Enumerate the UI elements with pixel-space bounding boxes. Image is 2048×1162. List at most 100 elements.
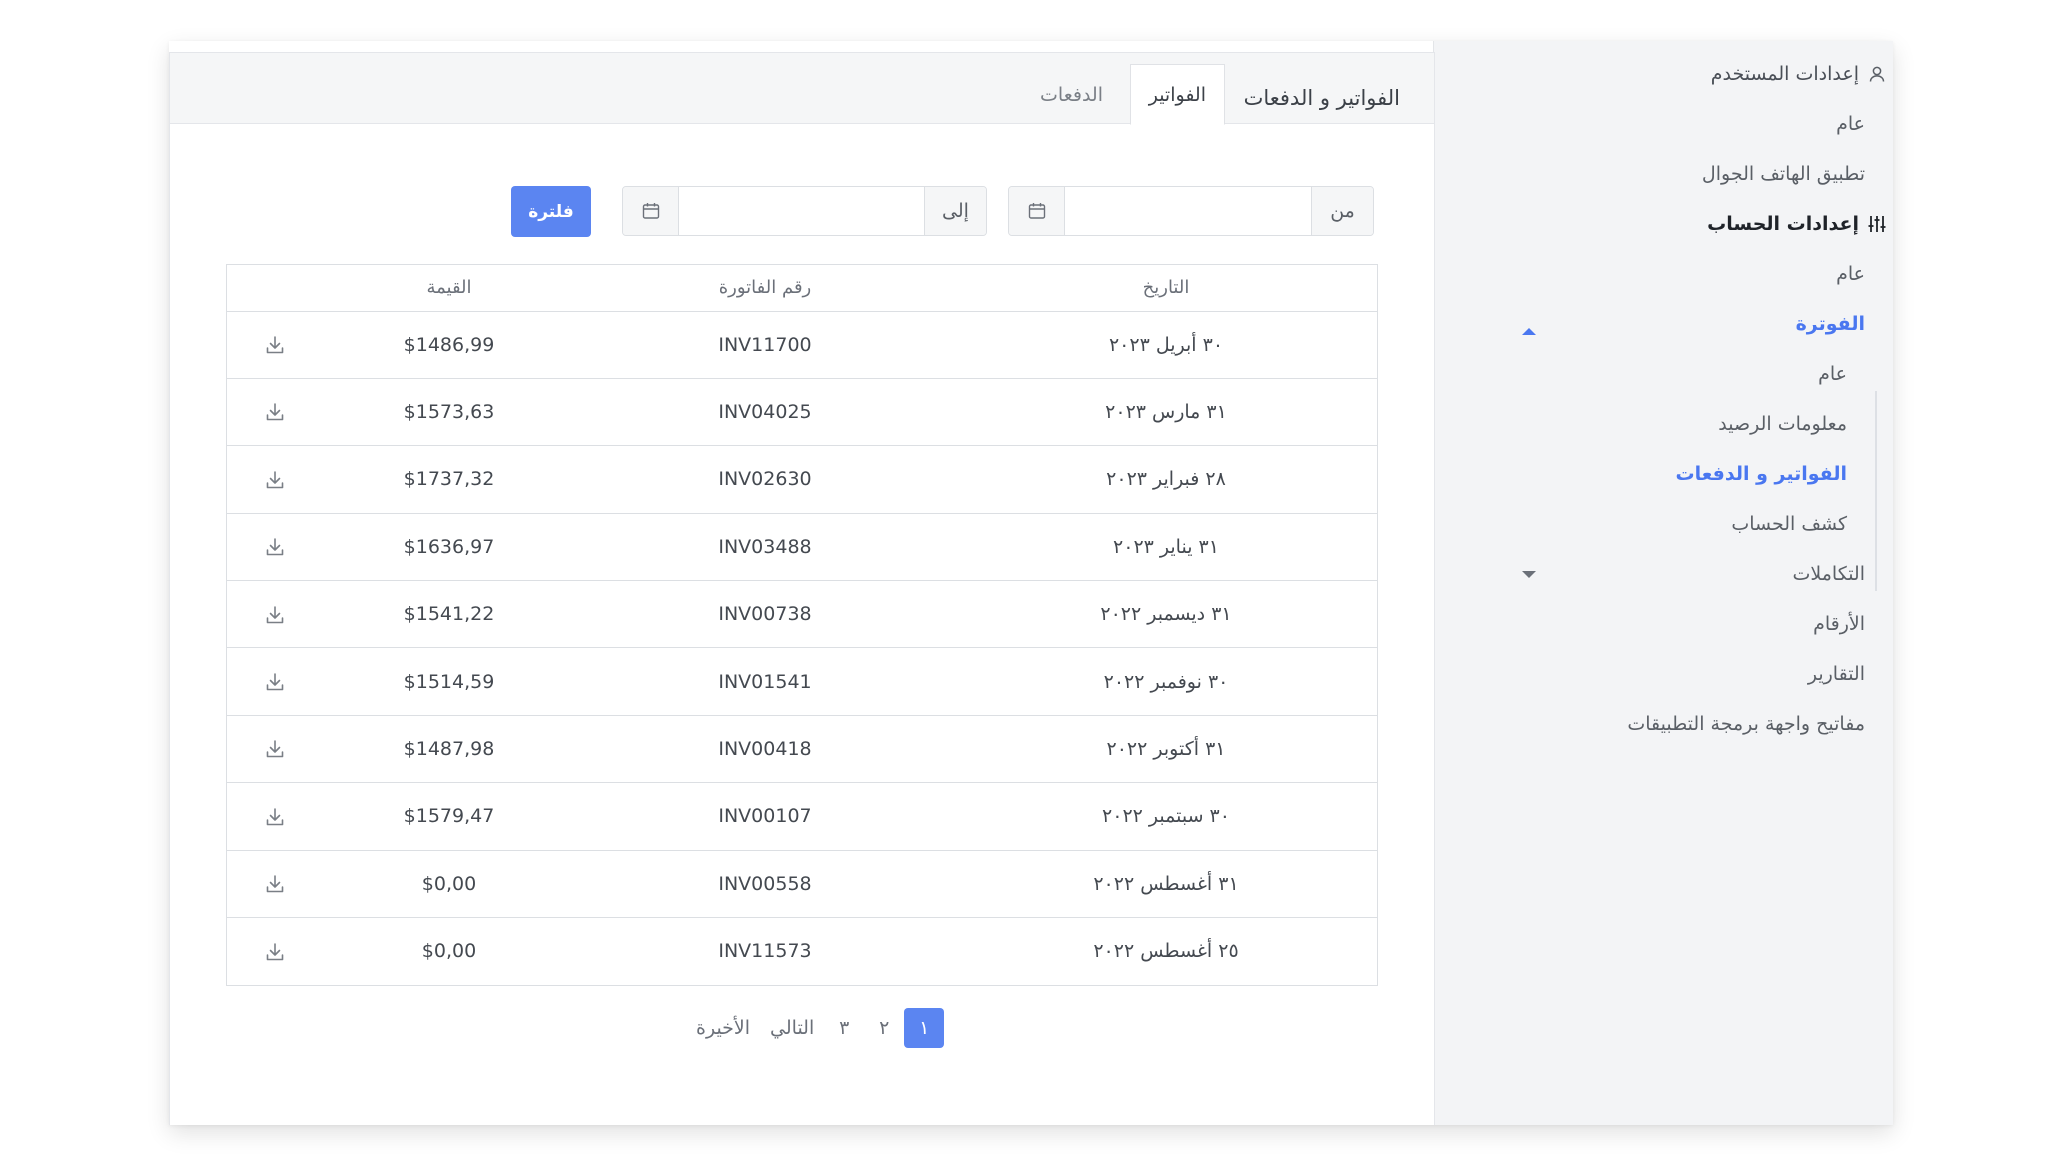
sidebar-item-reports[interactable]: التقارير: [1808, 663, 1865, 685]
sidebar-item-integrations[interactable]: التكاملات: [1793, 563, 1865, 585]
submenu-divider: [1875, 391, 1877, 591]
main-panel: الفواتير و الدفعات الفواتير الدفعات من إ…: [169, 52, 1435, 1125]
download-icon[interactable]: [264, 806, 286, 828]
table-row: $1514,59 INV01541 ٣٠ نوفمبر ٢٠٢٢: [227, 647, 1377, 716]
invoice-number-cell: INV00107: [575, 782, 955, 851]
amount-cell: $0,00: [323, 849, 575, 918]
download-cell: [227, 782, 323, 851]
download-cell: [227, 580, 323, 648]
amount-cell: $1737,32: [323, 445, 575, 514]
sidebar-item-user-general[interactable]: عام: [1836, 113, 1865, 135]
invoices-table: القيمة رقم الفاتورة التاريخ $1486,99 INV1…: [226, 264, 1378, 986]
page-2[interactable]: ٢: [864, 1008, 904, 1048]
amount-cell: $1486,99: [403, 333, 495, 356]
next-page-link[interactable]: التالي: [760, 1008, 824, 1048]
sidebar-item-invoices-payments[interactable]: الفواتير و الدفعات: [1675, 463, 1847, 485]
download-cell: [227, 714, 323, 783]
table-header-row: القيمة رقم الفاتورة التاريخ: [227, 265, 1377, 312]
download-icon[interactable]: [264, 334, 286, 356]
amount-cell: $1579,47: [323, 782, 575, 851]
sidebar-item-numbers[interactable]: الأرقام: [1813, 613, 1865, 635]
table-row: $0,00 INV00558 ٣١ أغسطس ٢٠٢٢: [227, 849, 1377, 918]
table-row: $1541,22 INV00738 ٣١ ديسمبر ٢٠٢٢: [227, 580, 1377, 648]
date-cell: ٣٠ سبتمبر ٢٠٢٢: [955, 782, 1377, 851]
tab-bar: الفواتير و الدفعات الفواتير الدفعات: [170, 53, 1434, 125]
to-date-input[interactable]: [679, 187, 924, 235]
download-icon[interactable]: [264, 738, 286, 760]
header-invoice-number: رقم الفاتورة: [575, 265, 955, 312]
sidebar-item-account-statement[interactable]: كشف الحساب: [1731, 513, 1847, 535]
sidebar-user-settings[interactable]: إعدادات المستخدم: [1711, 63, 1887, 85]
download-cell: [227, 445, 323, 514]
sidebar-item-mobile-app[interactable]: تطبيق الهاتف الجوال: [1702, 163, 1865, 185]
caret-down-icon[interactable]: [1522, 571, 1536, 578]
table-row: $1636,97 INV03488 ٣١ يناير ٢٠٢٣: [227, 512, 1377, 581]
from-date-input[interactable]: [1065, 187, 1311, 235]
invoice-number-cell: INV03488: [575, 512, 955, 581]
header-download: [227, 265, 323, 312]
sidebar-account-settings[interactable]: إعدادات الحساب: [1707, 213, 1887, 235]
download-cell: [227, 917, 323, 985]
from-calendar-button[interactable]: [1009, 187, 1065, 235]
download-icon[interactable]: [264, 671, 286, 693]
table-row: $1486,99 INV11700 ٣٠ أبريل ٢٠٢٣: [227, 311, 1377, 378]
download-icon[interactable]: [264, 469, 286, 491]
amount-cell: $1636,97: [323, 512, 575, 581]
download-cell: [227, 377, 323, 446]
last-page-link[interactable]: الأخيرة: [686, 1008, 760, 1048]
invoice-number-cell: INV00558: [575, 849, 955, 918]
date-cell: ٣١ أغسطس ٢٠٢٢: [955, 849, 1377, 918]
caret-up-icon[interactable]: [1522, 328, 1536, 335]
user-icon: [1869, 66, 1885, 82]
sliders-icon: [1868, 216, 1886, 232]
table-row: $1579,47 INV00107 ٣٠ سبتمبر ٢٠٢٢: [227, 782, 1377, 851]
amount-cell: $1487,98: [323, 714, 575, 783]
download-icon[interactable]: [264, 536, 286, 558]
sidebar-item-api-keys[interactable]: مفاتيح واجهة برمجة التطبيقات: [1627, 713, 1865, 735]
sidebar-item-billing[interactable]: الفوترة: [1796, 313, 1865, 335]
invoice-number-cell: INV00738: [575, 580, 955, 648]
filter-button[interactable]: فلترة: [511, 186, 591, 237]
date-cell: ٣١ يناير ٢٠٢٣: [955, 512, 1377, 581]
amount-cell: $0,00: [323, 917, 575, 985]
download-icon[interactable]: [264, 401, 286, 423]
page-3[interactable]: ٣: [824, 1008, 864, 1048]
page-1[interactable]: ١: [904, 1008, 945, 1048]
invoice-number-cell: INV04025: [575, 377, 955, 446]
invoice-number-cell: INV00418: [575, 714, 955, 783]
download-icon[interactable]: [264, 873, 286, 895]
date-cell: ٣١ ديسمبر ٢٠٢٢: [955, 580, 1377, 648]
tab-invoices[interactable]: الفواتير: [1129, 64, 1225, 125]
from-label: من: [1311, 187, 1373, 235]
from-date-group: من: [1008, 186, 1374, 236]
download-cell: [227, 311, 323, 378]
to-calendar-button[interactable]: [623, 187, 679, 235]
tab-payments[interactable]: الدفعات: [1022, 64, 1121, 125]
download-icon[interactable]: [264, 941, 286, 963]
date-cell: ٢٥ أغسطس ٢٠٢٢: [955, 917, 1377, 985]
date-cell: ٣١ أكتوبر ٢٠٢٢: [955, 714, 1377, 783]
table-row: $1573,63 INV04025 ٣١ مارس ٢٠٢٣: [227, 377, 1377, 446]
date-cell: ٣١ مارس ٢٠٢٣: [955, 377, 1377, 446]
to-label: إلى: [924, 187, 986, 235]
sidebar-account-settings-label: إعدادات الحساب: [1707, 213, 1859, 235]
sidebar-user-settings-label: إعدادات المستخدم: [1710, 63, 1859, 85]
page-title: الفواتير و الدفعات: [1243, 85, 1400, 110]
invoice-number-cell: INV11700: [718, 333, 812, 356]
invoice-number-cell: INV02630: [575, 445, 955, 514]
sidebar-item-balance-info[interactable]: معلومات الرصيد: [1718, 413, 1847, 435]
date-cell: ٢٨ فبراير ٢٠٢٣: [955, 445, 1377, 514]
sidebar-item-billing-general[interactable]: عام: [1818, 363, 1847, 385]
table-row: $0,00 INV11573 ٢٥ أغسطس ٢٠٢٢: [227, 917, 1377, 985]
download-cell: [227, 849, 323, 918]
sidebar-item-account-general[interactable]: عام: [1836, 263, 1865, 285]
header-date: التاريخ: [955, 265, 1377, 312]
invoice-number-cell: INV01541: [575, 647, 955, 716]
download-icon[interactable]: [264, 604, 286, 626]
invoice-number-cell: INV11573: [575, 917, 955, 985]
download-cell: [227, 512, 323, 581]
to-date-group: إلى: [622, 186, 987, 236]
amount-cell: $1573,63: [323, 377, 575, 446]
calendar-icon: [642, 203, 659, 219]
date-cell: ٣٠ نوفمبر ٢٠٢٢: [955, 647, 1377, 716]
